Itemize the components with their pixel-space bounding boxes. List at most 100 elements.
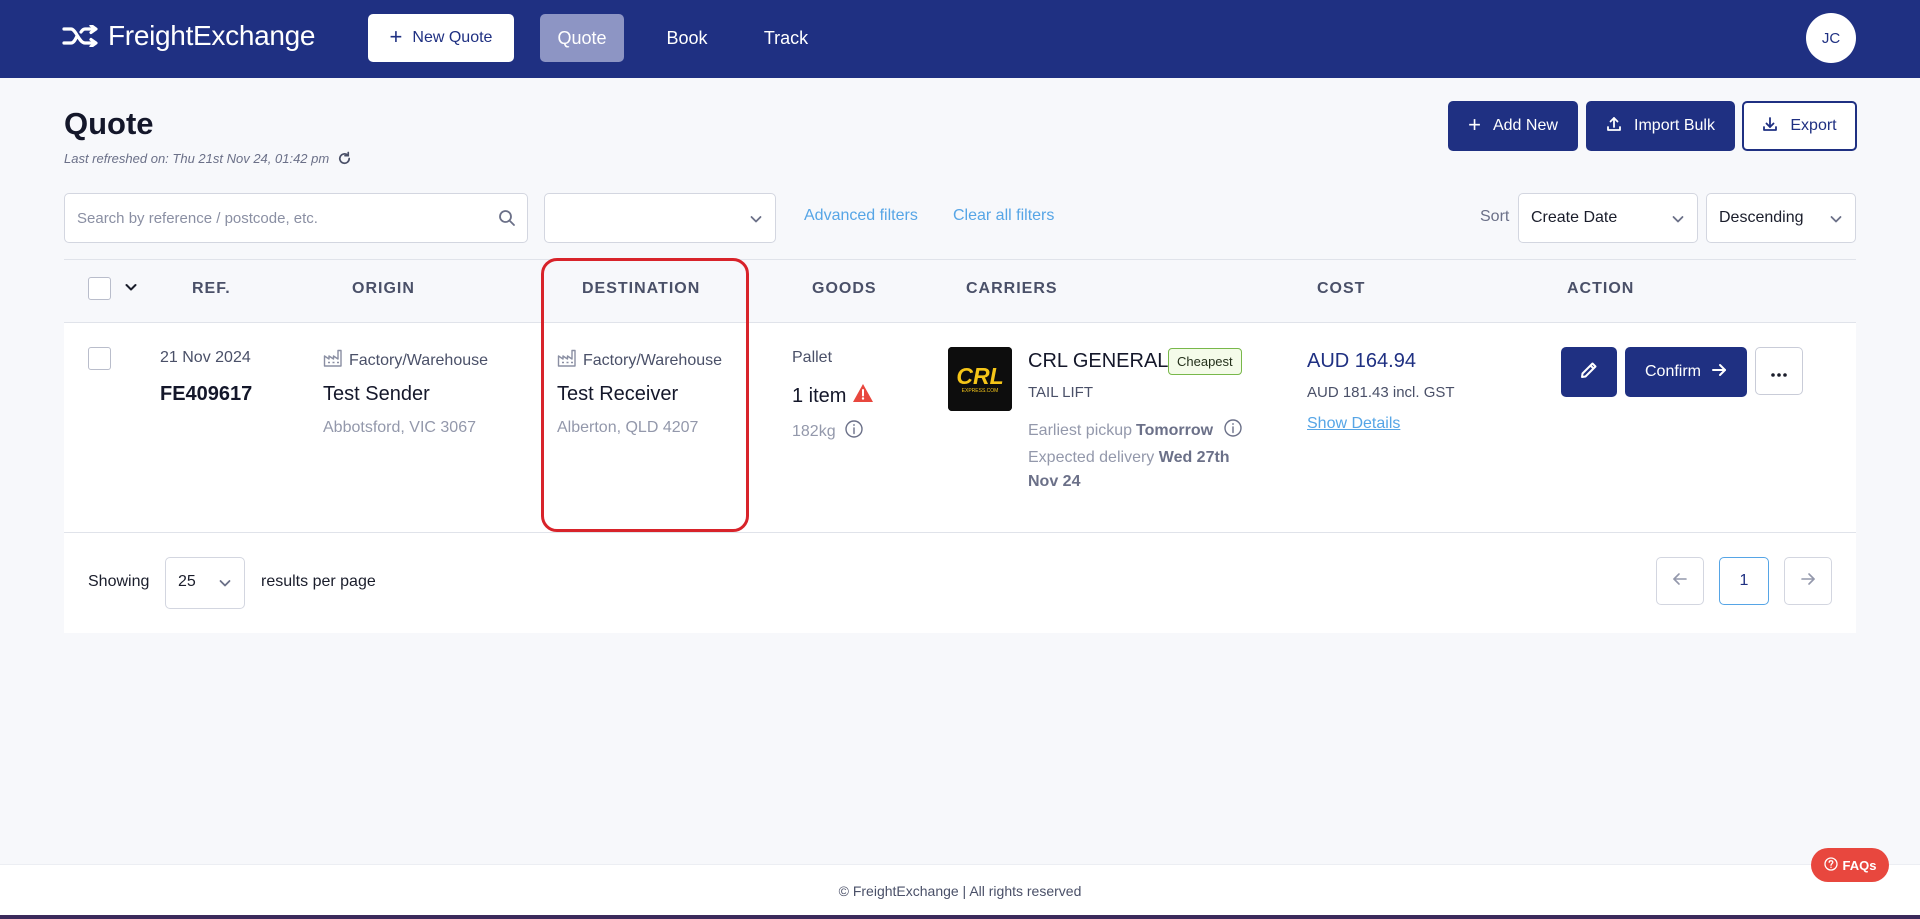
carrier-service: TAIL LIFT — [1028, 384, 1094, 401]
export-label: Export — [1790, 117, 1837, 134]
last-refreshed-text: Last refreshed on: Thu 21st Nov 24, 01:4… — [64, 151, 330, 166]
column-header-goods[interactable]: GOODS — [812, 280, 877, 298]
column-header-ref[interactable]: REF. — [192, 280, 231, 298]
per-page-suffix: results per page — [261, 573, 376, 590]
goods-type: Pallet — [792, 349, 833, 366]
question-icon — [1823, 856, 1838, 874]
delivery-label: Expected delivery — [1028, 449, 1155, 466]
new-quote-button[interactable]: + New Quote — [368, 14, 514, 62]
add-new-label: Add New — [1492, 117, 1558, 134]
per-page-value: 25 — [178, 573, 196, 590]
column-header-action[interactable]: ACTION — [1567, 280, 1634, 298]
row-select-checkbox[interactable] — [88, 347, 111, 370]
factory-icon — [557, 349, 577, 372]
pencil-icon — [1579, 360, 1599, 385]
expected-delivery: Expected delivery Wed 27th Nov 24 — [1028, 446, 1248, 494]
arrow-right-icon — [1800, 571, 1816, 592]
chevron-down-icon — [1829, 212, 1843, 231]
export-button[interactable]: Export — [1742, 101, 1857, 151]
page-title: Quote — [64, 106, 154, 141]
status-filter-select[interactable] — [544, 193, 776, 243]
goods-count: 1 item — [792, 383, 874, 409]
user-avatar[interactable]: JC — [1806, 13, 1856, 63]
goods-weight: 182kg — [792, 419, 864, 444]
previous-page-button[interactable] — [1656, 557, 1704, 605]
edit-button[interactable] — [1561, 347, 1617, 397]
select-all-checkbox[interactable] — [88, 277, 111, 300]
more-icon — [1771, 361, 1787, 382]
advanced-filters-link[interactable]: Advanced filters — [804, 207, 918, 225]
destination-name: Test Receiver — [557, 383, 679, 405]
chevron-down-icon — [218, 576, 232, 595]
pickup-label: Earliest pickup — [1028, 421, 1133, 439]
copyright-text: © FreightExchange | All rights reserved — [838, 883, 1082, 899]
carrier-logo: CRL EXPRESS.COM — [948, 347, 1012, 411]
download-icon — [1762, 116, 1778, 137]
earliest-pickup: Earliest pickup Tomorrow — [1028, 418, 1243, 443]
origin-name: Test Sender — [323, 383, 430, 405]
cheapest-badge: Cheapest — [1168, 348, 1242, 375]
warning-icon[interactable] — [852, 383, 874, 409]
cost-price: AUD 164.94 — [1307, 350, 1416, 372]
import-bulk-label: Import Bulk — [1634, 117, 1715, 134]
confirm-button[interactable]: Confirm — [1625, 347, 1747, 397]
column-header-carriers[interactable]: CARRIERS — [966, 280, 1058, 298]
carrier-name: CRL GENERAL — [1028, 350, 1169, 372]
destination-type: Factory/Warehouse — [557, 349, 722, 372]
sort-field-select[interactable]: Create Date — [1518, 193, 1698, 243]
new-quote-label: New Quote — [412, 29, 493, 46]
upload-icon — [1606, 116, 1622, 137]
sort-label: Sort — [1480, 208, 1510, 225]
sort-direction-value: Descending — [1719, 209, 1804, 226]
page-button-current[interactable]: 1 — [1719, 557, 1769, 605]
nav-tab-book[interactable]: Book — [650, 14, 724, 62]
nav-tab-quote[interactable]: Quote — [540, 14, 624, 62]
nav-tab-track[interactable]: Track — [748, 14, 824, 62]
arrow-right-icon — [1711, 362, 1727, 383]
destination-type-label: Factory/Warehouse — [583, 351, 723, 369]
clear-filters-link[interactable]: Clear all filters — [953, 207, 1054, 225]
plus-icon: + — [389, 24, 403, 49]
info-icon[interactable] — [844, 419, 864, 444]
cost-incl-gst: AUD 181.43 incl. GST — [1307, 384, 1455, 401]
per-page-select[interactable]: 25 — [165, 557, 245, 609]
origin-type: Factory/Warehouse — [323, 349, 488, 372]
next-page-button[interactable] — [1784, 557, 1832, 605]
faqs-label: FAQs — [1842, 857, 1877, 873]
faqs-button[interactable]: FAQs — [1811, 848, 1889, 882]
show-details-link[interactable]: Show Details — [1307, 415, 1400, 433]
column-header-cost[interactable]: COST — [1317, 280, 1365, 298]
column-header-origin[interactable]: ORIGIN — [352, 280, 415, 298]
top-navigation-bar: FreightExchange + New Quote Quote Book T… — [0, 0, 1920, 78]
table-row[interactable]: 21 Nov 2024 FE409617 Factory/Warehouse T… — [64, 323, 1856, 533]
search-icon[interactable] — [497, 208, 517, 233]
chevron-down-icon — [749, 212, 763, 231]
destination-location: Alberton, QLD 4207 — [557, 419, 699, 436]
search-input[interactable] — [77, 194, 477, 242]
row-reference[interactable]: FE409617 — [160, 383, 252, 406]
shuffle-logo-icon — [62, 25, 100, 47]
refresh-icon[interactable] — [337, 151, 352, 166]
table-header: REF. ORIGIN DESTINATION GOODS CARRIERS C… — [64, 259, 1856, 323]
showing-label: Showing — [88, 573, 150, 590]
sort-direction-select[interactable]: Descending — [1706, 193, 1856, 243]
column-header-destination[interactable]: DESTINATION — [582, 280, 700, 298]
pagination-bar: Showing 25 results per page 1 — [64, 533, 1856, 633]
carrier-logo-text: CRL — [956, 363, 1003, 389]
row-date: 21 Nov 2024 — [160, 349, 251, 366]
goods-weight-label: 182kg — [792, 422, 836, 440]
page-footer: © FreightExchange | All rights reserved — [0, 864, 1920, 919]
info-icon[interactable] — [1223, 418, 1243, 443]
brand-name: FreightExchange — [108, 20, 316, 51]
more-actions-button[interactable] — [1755, 347, 1803, 395]
arrow-left-icon — [1672, 571, 1688, 592]
brand-logo[interactable]: FreightExchange — [62, 20, 315, 52]
chevron-down-icon — [1671, 212, 1685, 231]
bulk-select-chevron-icon[interactable] — [124, 280, 138, 299]
add-new-button[interactable]: + Add New — [1448, 101, 1578, 151]
pickup-value: Tomorrow — [1136, 421, 1214, 439]
import-bulk-button[interactable]: Import Bulk — [1586, 101, 1735, 151]
last-refreshed: Last refreshed on: Thu 21st Nov 24, 01:4… — [64, 151, 352, 166]
sort-field-value: Create Date — [1531, 209, 1618, 226]
origin-type-label: Factory/Warehouse — [349, 351, 489, 369]
